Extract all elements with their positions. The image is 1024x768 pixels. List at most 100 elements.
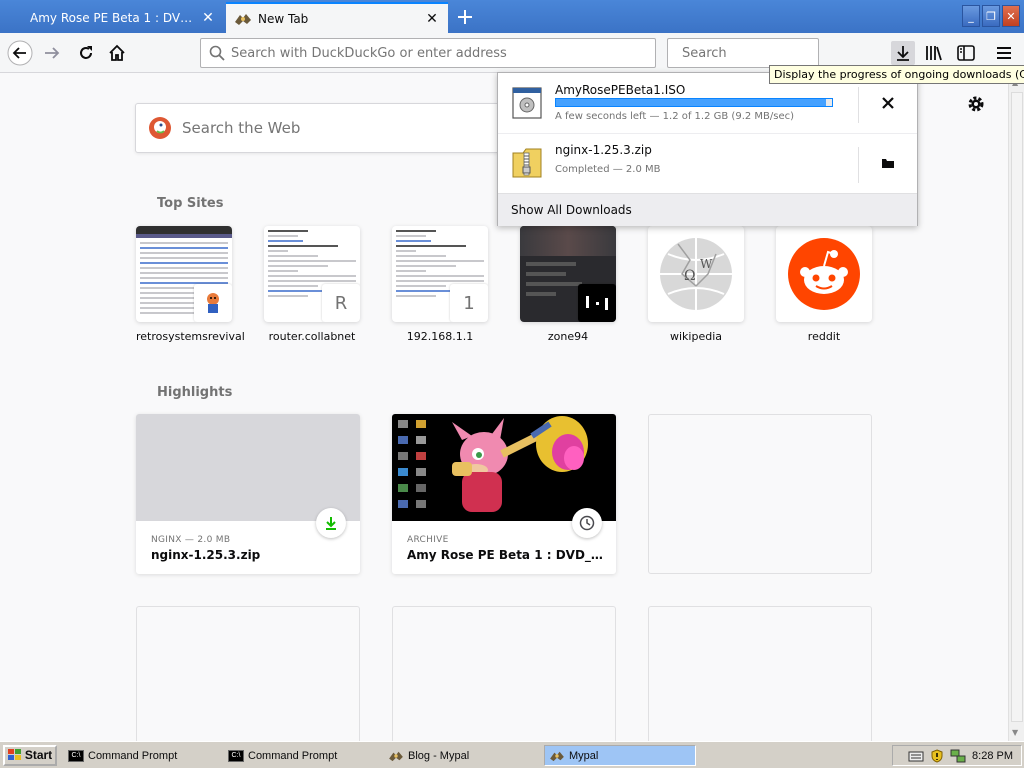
- download-arrow-icon: [897, 46, 909, 61]
- site-label: reddit: [807, 330, 841, 343]
- download-filename: nginx-1.25.3.zip: [555, 143, 652, 157]
- taskbar-item-command-prompt[interactable]: C:\ Command Prompt: [64, 745, 216, 766]
- disc-image-file-icon: [512, 87, 542, 119]
- tab-new-tab[interactable]: New Tab ✕: [226, 2, 448, 33]
- sidebar-icon: [957, 45, 975, 61]
- command-prompt-icon: C:\: [228, 749, 244, 762]
- search-bar[interactable]: [667, 38, 852, 68]
- zip-file-icon: [512, 148, 542, 178]
- duckduckgo-logo-icon: [149, 117, 171, 139]
- window-controls: _ ❐ ✕: [962, 5, 1020, 27]
- menu-button[interactable]: [992, 41, 1016, 65]
- mypal-logo-icon: [389, 751, 403, 761]
- site-thumbnail: R: [264, 226, 360, 322]
- arrow-right-icon: [45, 47, 60, 59]
- home-button[interactable]: [103, 39, 131, 67]
- downloads-button[interactable]: [891, 41, 915, 65]
- highlight-placeholder: [392, 606, 616, 741]
- hamburger-menu-icon: [997, 47, 1011, 59]
- tab-title: Amy Rose PE Beta 1 : DVD_Player: [30, 10, 200, 25]
- top-site-router-collabnet[interactable]: R router.collabnet: [264, 226, 360, 343]
- tab-amy-rose[interactable]: Amy Rose PE Beta 1 : DVD_Player ✕: [0, 2, 224, 33]
- reload-icon: [80, 46, 92, 59]
- top-site-reddit[interactable]: reddit: [776, 226, 872, 343]
- download-progress-fill: [556, 99, 827, 106]
- show-all-downloads-button[interactable]: Show All Downloads: [498, 193, 917, 226]
- taskbar-item-blog-mypal[interactable]: Blog - Mypal: [384, 745, 536, 766]
- close-icon[interactable]: ✕: [200, 10, 216, 26]
- taskbar: Start C:\ Command Prompt C:\ Command Pro…: [0, 741, 1024, 768]
- close-window-button[interactable]: ✕: [1002, 5, 1020, 27]
- reload-button[interactable]: [72, 39, 100, 67]
- keyboard-icon[interactable]: [908, 750, 924, 762]
- network-icon[interactable]: [950, 749, 966, 763]
- library-button[interactable]: [922, 41, 946, 65]
- divider: [858, 87, 859, 123]
- site-label: zone94: [547, 330, 589, 343]
- highlight-card-amy-rose[interactable]: ARCHIVE Amy Rose PE Beta 1 : DVD_Player: [392, 414, 616, 574]
- download-status: Completed — 2.0 MB: [555, 164, 661, 175]
- start-label: Start: [24, 748, 53, 762]
- sidebar-button[interactable]: [954, 41, 978, 65]
- highlight-placeholder: [648, 606, 872, 741]
- task-label: Command Prompt: [248, 749, 338, 762]
- site-label: router.collabnet: [268, 330, 356, 343]
- back-button[interactable]: [6, 39, 34, 67]
- mypal-logo-icon: [550, 751, 564, 761]
- highlight-thumbnail: [136, 414, 360, 521]
- web-search-box[interactable]: [135, 103, 515, 153]
- amy-rose-screenshot: [398, 416, 588, 512]
- highlight-card-nginx[interactable]: NGINX — 2.0 MB nginx-1.25.3.zip: [136, 414, 360, 574]
- top-site-retrosystemsrevival[interactable]: retrosystemsrevival: [136, 226, 245, 343]
- top-site-zone94[interactable]: zone94: [520, 226, 616, 343]
- site-thumbnail: [136, 226, 232, 322]
- web-search-input[interactable]: [172, 119, 472, 137]
- address-bar[interactable]: [200, 38, 656, 68]
- scroll-thumb[interactable]: [1011, 92, 1023, 722]
- scroll-down-icon[interactable]: ▼: [1012, 728, 1018, 737]
- forward-button[interactable]: [38, 39, 66, 67]
- site-thumbnail: 1: [392, 226, 488, 322]
- url-input[interactable]: [225, 45, 655, 61]
- site-label: retrosystemsrevival: [136, 330, 245, 343]
- library-icon: [926, 46, 942, 61]
- task-label: Blog - Mypal: [408, 749, 470, 762]
- highlight-placeholder: [648, 414, 872, 574]
- restore-button[interactable]: ❐: [982, 5, 1000, 27]
- cancel-download-button[interactable]: [872, 87, 904, 119]
- site-favicon: 1: [450, 284, 488, 322]
- open-folder-button[interactable]: [872, 147, 904, 179]
- download-status: A few seconds left — 1.2 of 1.2 GB (9.2 …: [555, 111, 795, 122]
- site-thumbnail: [520, 226, 616, 322]
- mypal-logo-icon: [235, 13, 251, 25]
- home-icon: [109, 44, 125, 61]
- download-item[interactable]: nginx-1.25.3.zip Completed — 2.0 MB: [498, 135, 917, 193]
- taskbar-item-mypal[interactable]: Mypal: [544, 745, 696, 766]
- gear-icon[interactable]: [966, 94, 986, 114]
- close-icon[interactable]: ✕: [424, 11, 440, 27]
- vertical-scrollbar[interactable]: ▲ ▼: [1008, 74, 1024, 741]
- start-button[interactable]: Start: [3, 744, 57, 766]
- site-label: 192.168.1.1: [406, 330, 474, 343]
- command-prompt-icon: C:\: [68, 749, 84, 762]
- minimize-button[interactable]: _: [962, 5, 980, 27]
- taskbar-item-command-prompt[interactable]: C:\ Command Prompt: [224, 745, 376, 766]
- top-site-wikipedia[interactable]: Ω W wikipedia: [648, 226, 744, 343]
- top-sites-heading: Top Sites: [157, 196, 224, 211]
- reddit-logo-icon: [788, 238, 860, 310]
- downloads-tooltip: Display the progress of ongoing download…: [769, 65, 1024, 84]
- shield-icon[interactable]: [930, 748, 944, 763]
- svg-text:W: W: [700, 257, 713, 271]
- show-all-downloads-label: Show All Downloads: [511, 203, 632, 217]
- top-site-192-168-1-1[interactable]: 1 192.168.1.1: [392, 226, 488, 343]
- highlights-heading: Highlights: [157, 385, 233, 400]
- arrow-left-icon: [7, 40, 33, 66]
- new-tab-button[interactable]: [452, 4, 478, 30]
- search-input[interactable]: [676, 45, 852, 61]
- clock-icon: [572, 508, 602, 538]
- highlight-placeholder: [136, 606, 360, 741]
- site-favicon: [578, 284, 616, 322]
- search-icon: [209, 45, 225, 61]
- site-favicon: R: [322, 284, 360, 322]
- wikipedia-globe-icon: Ω W: [660, 238, 732, 310]
